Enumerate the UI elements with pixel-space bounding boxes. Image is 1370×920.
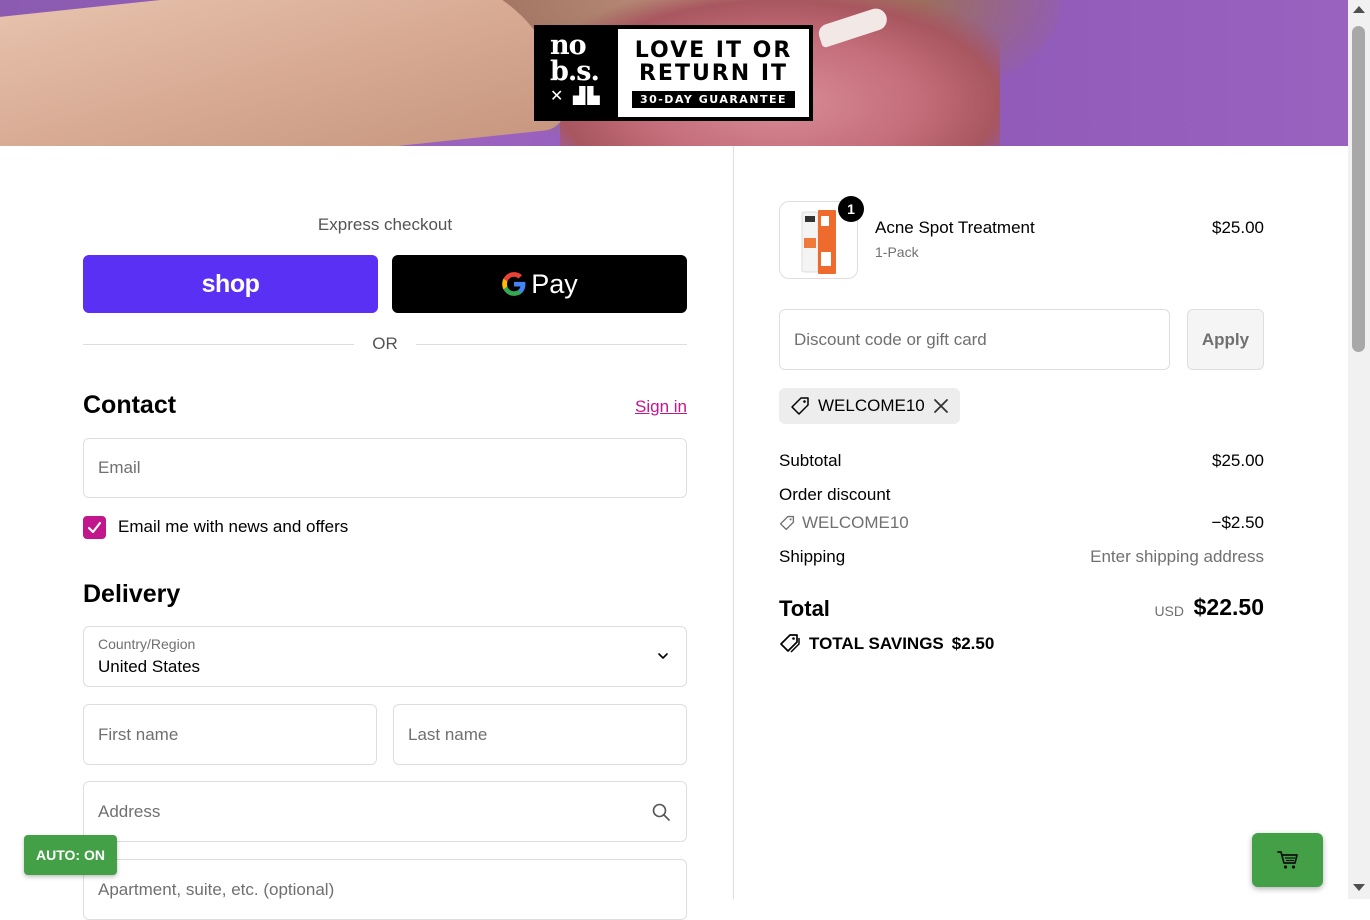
sign-in-link[interactable]: Sign in — [620, 397, 687, 417]
savings-value: $2.50 — [951, 634, 995, 653]
tag-icon — [779, 515, 795, 531]
column-divider — [733, 146, 734, 899]
auto-toggle-button[interactable]: AUTO: ON — [24, 835, 117, 875]
product-price: $25.00 — [1212, 218, 1264, 237]
subtotal-label: Subtotal — [779, 451, 842, 470]
page-scrollbar[interactable] — [1348, 0, 1370, 899]
total-value: $22.50 — [1193, 594, 1264, 620]
scroll-up-arrow-icon[interactable] — [1353, 6, 1365, 13]
country-value: United States — [98, 657, 201, 676]
cart-button[interactable] — [1252, 833, 1323, 887]
email-field[interactable]: Email — [83, 438, 687, 498]
scrollbar-thumb[interactable] — [1352, 26, 1365, 352]
apply-button[interactable]: Apply — [1187, 309, 1264, 370]
brand-logo: no b.s. ✕ ▟▙ — [536, 27, 616, 119]
logo-line2: b.s. — [550, 56, 600, 87]
applied-code: WELCOME10 — [818, 396, 925, 415]
address-field[interactable]: Address — [83, 781, 687, 842]
scroll-down-arrow-icon[interactable] — [1353, 884, 1365, 891]
shipping-value: Enter shipping address — [1090, 547, 1264, 566]
or-line-left — [83, 343, 355, 345]
google-g-icon — [502, 272, 526, 296]
first-name-field[interactable]: First name — [83, 704, 377, 765]
or-label: OR — [372, 334, 398, 353]
cart-icon — [1276, 851, 1298, 869]
guarantee-line1: LOVE IT OR — [634, 38, 793, 63]
total-label: Total — [779, 596, 830, 621]
discount-code-label: WELCOME10 — [802, 513, 909, 532]
hero-banner: no b.s. ✕ ▟▙ LOVE IT OR RETURN IT 30-DAY… — [0, 0, 1348, 146]
discount-placeholder: Discount code or gift card — [794, 329, 987, 349]
contact-heading: Contact — [83, 391, 177, 419]
subtotal-value: $25.00 — [1212, 451, 1264, 470]
remove-discount-icon[interactable] — [933, 398, 949, 414]
applied-discount-chip: WELCOME10 — [779, 388, 960, 424]
order-discount-label: Order discount — [779, 485, 891, 504]
country-label: Country/Region — [98, 636, 196, 652]
last-name-placeholder: Last name — [408, 724, 488, 744]
savings-tag-icon — [780, 634, 800, 653]
or-line-right — [415, 343, 687, 345]
total-savings: TOTAL SAVINGS $2.50 — [779, 634, 994, 654]
or-separator: OR — [83, 334, 687, 354]
guarantee-badge: no b.s. ✕ ▟▙ LOVE IT OR RETURN IT 30-DAY… — [534, 25, 813, 121]
first-name-placeholder: First name — [98, 724, 179, 744]
product-variant: 1-Pack — [875, 244, 919, 260]
logo-marks: ✕ ▟▙ — [550, 86, 602, 105]
checkmark-icon — [87, 521, 102, 534]
last-name-field[interactable]: Last name — [393, 704, 687, 765]
apartment-field[interactable]: Apartment, suite, etc. (optional) — [83, 859, 687, 920]
express-checkout-label: Express checkout — [317, 215, 453, 234]
product-name: Acne Spot Treatment — [875, 218, 1035, 237]
guarantee-panel: LOVE IT OR RETURN IT 30-DAY GUARANTEE — [618, 29, 809, 117]
shipping-label: Shipping — [779, 547, 846, 566]
country-select[interactable]: Country/Region United States — [83, 626, 687, 687]
shop-pay-button[interactable]: shop — [83, 255, 378, 313]
shop-pay-label: shop — [201, 269, 260, 298]
chevron-down-icon — [658, 653, 668, 659]
banner-hand — [0, 0, 568, 146]
email-placeholder: Email — [98, 458, 141, 477]
total-currency: USD — [1154, 603, 1184, 619]
newsletter-checkbox[interactable] — [83, 516, 106, 539]
address-placeholder: Address — [98, 801, 161, 821]
guarantee-sub: 30-DAY GUARANTEE — [631, 91, 796, 108]
savings-label: TOTAL SAVINGS — [809, 634, 944, 653]
newsletter-label: Email me with news and offers — [118, 517, 349, 536]
discount-input[interactable]: Discount code or gift card — [779, 309, 1170, 370]
search-icon — [652, 803, 670, 821]
tag-icon — [791, 397, 809, 415]
google-pay-button[interactable]: Pay — [392, 255, 687, 313]
guarantee-line2: RETURN IT — [638, 61, 789, 86]
google-pay-label: Pay — [531, 268, 578, 299]
discount-code-row: WELCOME10 — [779, 513, 909, 533]
discount-value: −$2.50 — [1211, 513, 1264, 532]
quantity-badge: 1 — [838, 196, 864, 222]
apartment-placeholder: Apartment, suite, etc. (optional) — [98, 880, 335, 899]
delivery-heading: Delivery — [83, 580, 181, 608]
